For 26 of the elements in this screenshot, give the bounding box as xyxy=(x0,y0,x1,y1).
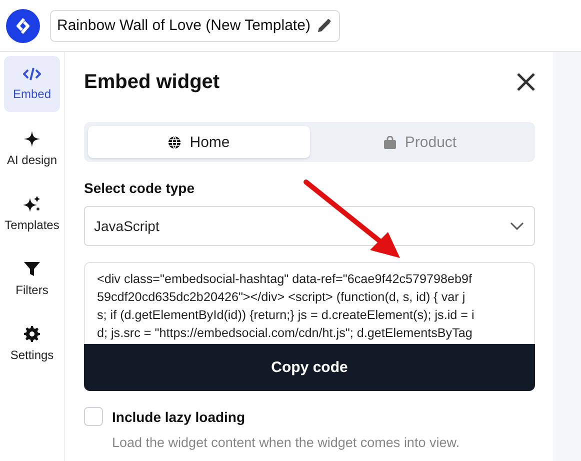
sidebar-item[interactable]: Filters xyxy=(4,251,60,307)
tab[interactable]: Home xyxy=(88,126,310,158)
copy-code-button[interactable]: Copy code xyxy=(84,344,535,391)
sidebar-item[interactable]: AI design xyxy=(4,121,60,177)
filter-icon xyxy=(24,261,40,277)
close-icon[interactable] xyxy=(517,73,535,91)
sparkle-icon xyxy=(24,131,40,147)
checkbox-description: Load the widget content when the widget comes into view. xyxy=(112,435,460,450)
sidebar-item[interactable]: Templates xyxy=(4,186,60,242)
code-type-select[interactable]: JavaScript xyxy=(84,206,535,246)
code-text: <div class="embedsocial-hashtag" data-ref="6cae9f42c579798eb9f 59cdf20cd635dc2b20426"></div> <script> (function(d, s, id) { var j s; if (d.getElementById(id)) {return;} js = d.createElement(s); js.id = i d; js.src = "https://embedsocial.com/cdn/ht.js"; d.getElementsByTag xyxy=(97,271,476,342)
logo[interactable] xyxy=(6,8,40,42)
code-icon xyxy=(23,67,41,81)
sidebar-item[interactable]: Settings xyxy=(4,316,60,372)
bag-icon xyxy=(384,136,396,148)
sidebar-item[interactable]: Embed xyxy=(4,56,60,112)
chevron-down-icon xyxy=(510,222,524,230)
sparkles-icon xyxy=(23,196,41,212)
checkbox[interactable] xyxy=(84,407,103,426)
checkbox-label: Include lazy loading xyxy=(112,408,246,424)
globe-icon xyxy=(168,136,181,148)
gear-icon xyxy=(24,326,40,342)
title-field[interactable]: Rainbow Wall of Love (New Template) xyxy=(50,10,340,42)
field-label: Select code type xyxy=(84,180,196,196)
panel-title: Embed widget xyxy=(84,70,220,94)
pencil-icon[interactable] xyxy=(318,19,332,32)
